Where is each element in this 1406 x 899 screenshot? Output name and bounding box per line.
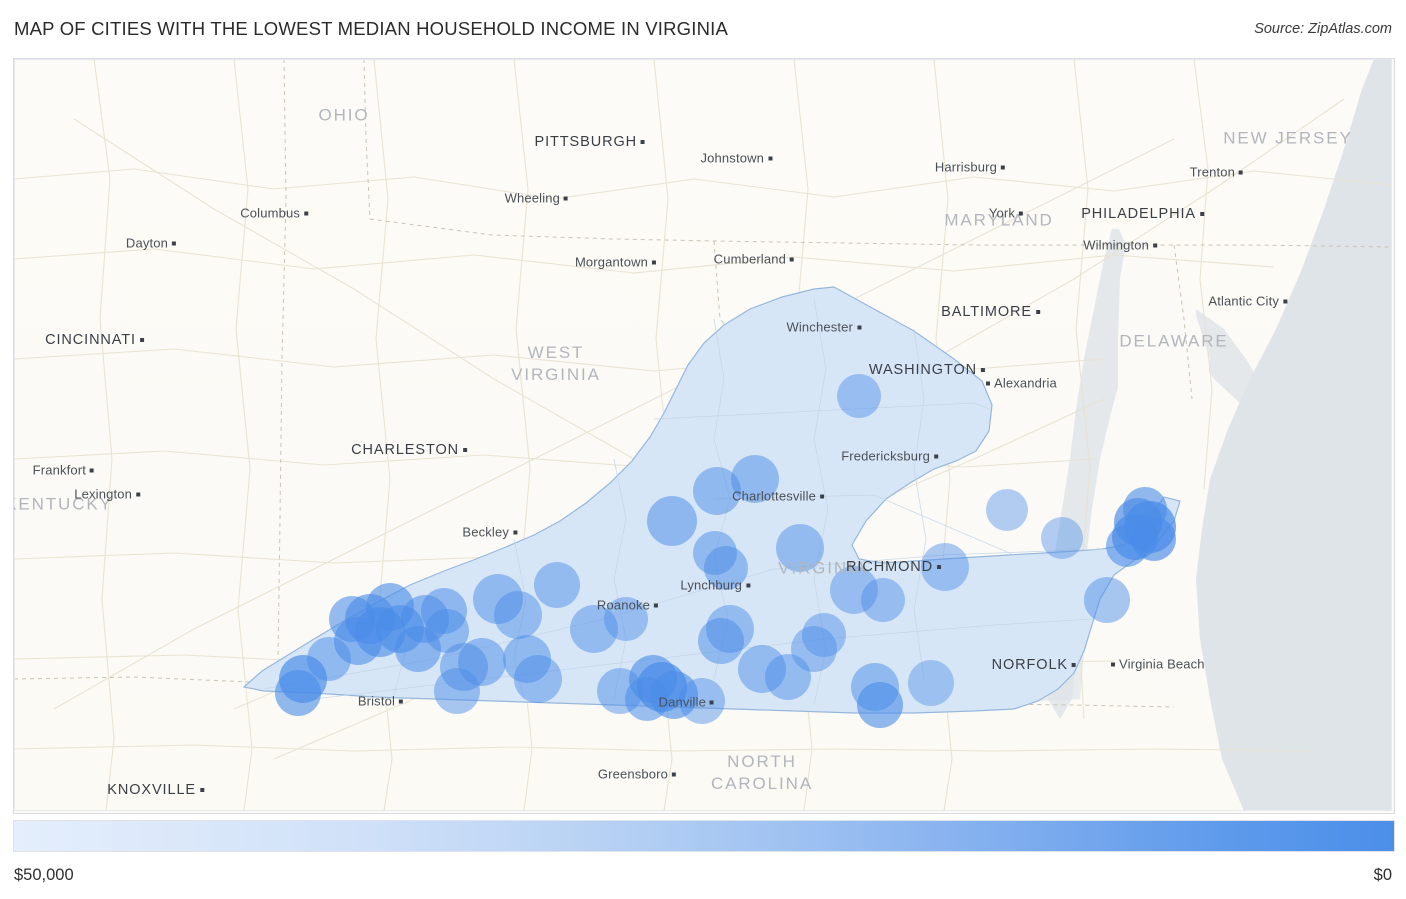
income-bubble (802, 613, 846, 657)
income-bubble (837, 374, 881, 418)
income-bubble (625, 677, 669, 721)
income-bubble (679, 678, 725, 724)
income-bubble (1041, 517, 1083, 559)
income-bubble (604, 597, 648, 641)
income-bubble (776, 524, 824, 572)
income-bubble (693, 467, 741, 515)
income-bubble (307, 637, 351, 681)
income-bubble (698, 618, 744, 664)
income-bubble (275, 670, 321, 716)
page-title: MAP OF CITIES WITH THE LOWEST MEDIAN HOU… (14, 18, 729, 39)
header: MAP OF CITIES WITH THE LOWEST MEDIAN HOU… (0, 0, 1406, 58)
income-bubble (534, 562, 580, 608)
legend-gradient-bar (13, 820, 1395, 852)
income-bubble (647, 496, 697, 546)
legend-min-label: $50,000 (14, 866, 74, 884)
income-bubble (857, 682, 903, 728)
source-attribution: Source: ZipAtlas.com (1254, 21, 1392, 37)
income-bubble (514, 655, 562, 703)
income-bubble (986, 489, 1028, 531)
income-bubble (921, 543, 969, 591)
legend-max-label: $0 (1373, 866, 1392, 884)
map-frame[interactable]: OHIO NEW JERSEY MARYLAND DELAWARE WEST VIRGIN… (13, 58, 1395, 814)
income-bubble (1084, 577, 1130, 623)
income-bubble (1106, 525, 1148, 567)
income-bubble (704, 546, 748, 590)
income-bubble (434, 668, 480, 714)
map-canvas[interactable]: OHIO NEW JERSEY MARYLAND DELAWARE WEST VIRGIN… (14, 59, 1392, 811)
income-bubble (494, 591, 542, 639)
income-bubble (908, 660, 954, 706)
income-bubble (861, 578, 905, 622)
